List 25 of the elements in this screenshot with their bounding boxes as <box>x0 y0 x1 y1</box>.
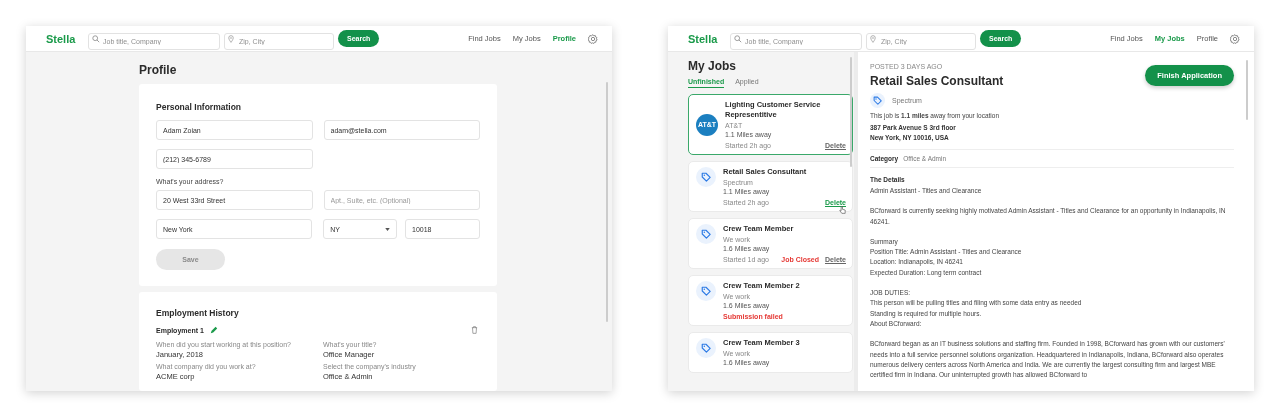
trash-icon[interactable] <box>471 326 478 334</box>
logo[interactable]: Stella <box>46 32 88 45</box>
hand-cursor-icon <box>839 206 846 214</box>
caret-icon <box>385 227 390 231</box>
tag-icon <box>870 93 885 108</box>
settings-icon[interactable] <box>1230 33 1240 44</box>
page-title: Profile <box>139 63 178 77</box>
pencil-icon[interactable] <box>209 326 218 334</box>
search-icon <box>92 34 100 43</box>
search-icon <box>734 34 742 43</box>
location-pin-icon <box>228 34 234 43</box>
settings-icon[interactable] <box>588 33 598 44</box>
section-heading: Employment History <box>156 308 240 318</box>
tag-icon <box>696 281 716 301</box>
section-heading: Personal Information <box>156 102 242 112</box>
tag-icon <box>696 338 716 358</box>
logo[interactable]: Stella <box>688 32 730 45</box>
location-pin-icon <box>870 34 876 43</box>
tag-icon <box>696 167 716 187</box>
page-title: My Jobs <box>688 59 737 73</box>
scrollbar[interactable] <box>606 82 608 322</box>
tag-icon <box>696 224 716 244</box>
scrollbar[interactable] <box>850 57 852 167</box>
scrollbar[interactable] <box>1246 60 1248 120</box>
job-title: Retail Sales Consultant <box>870 74 1004 88</box>
